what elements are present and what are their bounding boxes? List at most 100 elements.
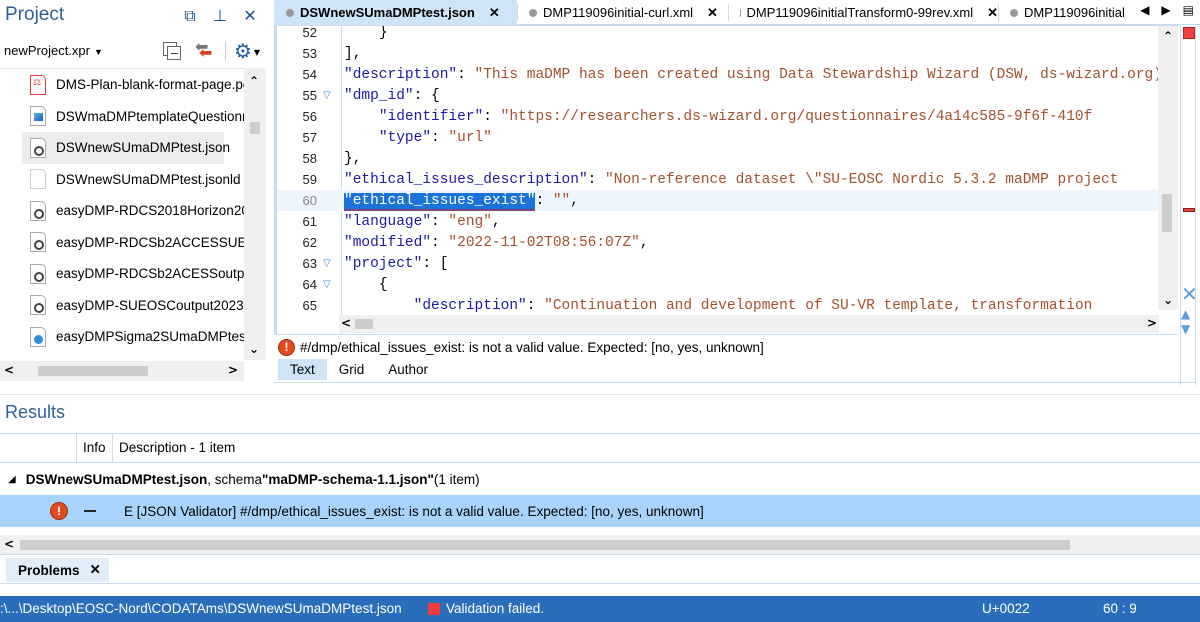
cursor-position: 60 : 9 (1103, 601, 1137, 616)
editor-tab[interactable]: DMP119096initialTransform0-99rev.xml ✕ (728, 0, 998, 25)
file-list-item[interactable]: DMS-Plan-blank-format-page.pdf (0, 69, 244, 101)
code-text: "project": [ (341, 256, 448, 272)
scroll-thumb[interactable] (250, 122, 260, 134)
info-dash (84, 510, 96, 512)
gear-icon[interactable]: ⚙ ▼ (234, 40, 260, 62)
code-line[interactable]: 54 "description": "This maDMP has been cr… (277, 64, 1163, 85)
scroll-thumb[interactable] (38, 366, 148, 376)
tab-next-icon[interactable]: ▶ (1161, 3, 1170, 17)
scroll-thumb[interactable] (20, 540, 1070, 550)
code-line[interactable]: 52 } (277, 26, 1163, 43)
error-icon: ! (50, 502, 68, 520)
close-icon[interactable]: ✕ (90, 562, 101, 578)
project-file-dropdown[interactable]: newProject.xpr ▼ (4, 43, 103, 58)
editor-tab[interactable]: DSWnewSUmaDMPtest.json ✕ (274, 0, 517, 25)
json-punctuation: , (570, 192, 579, 209)
file-list-item[interactable]: easyDMPSigma2SUmaDMPtest.html (0, 321, 244, 353)
json-key: "identifier" (378, 108, 484, 125)
json-punctuation: ], (344, 45, 362, 62)
code-line[interactable]: 63 ▽ "project": [ (277, 253, 1163, 274)
scroll-left-icon[interactable]: < (4, 537, 14, 551)
project-horizontal-scrollbar[interactable]: < > (0, 361, 244, 381)
scroll-up-icon[interactable]: ⌃ (1163, 29, 1173, 43)
code-text: "modified": "2022-11-02T08:56:07Z", (341, 235, 649, 251)
tab-list-icon[interactable]: ▤ (1183, 3, 1194, 17)
code-line[interactable]: 65 "description": "Continuation and deve… (277, 295, 1163, 316)
code-line[interactable]: 56 "identifier": "https://researchers.ds… (277, 106, 1163, 127)
close-icon[interactable]: ✕ (1181, 284, 1198, 304)
results-title: Results (5, 402, 66, 422)
code-line[interactable]: 64 ▽ { (277, 274, 1163, 295)
code-line[interactable]: 61 "language": "eng", (277, 211, 1163, 232)
scroll-right-icon[interactable]: > (228, 363, 238, 377)
code-line[interactable]: 62 "modified": "2022-11-02T08:56:07Z", (277, 232, 1163, 253)
validation-status[interactable]: Validation failed. (428, 601, 544, 616)
scroll-down-icon[interactable]: ⌄ (249, 342, 259, 356)
json-punctuation: : (457, 66, 475, 83)
code-line[interactable]: 60 "ethical_issues_exist": "", (277, 190, 1163, 211)
fold-toggle-icon[interactable]: ▽ (317, 258, 341, 269)
scroll-left-icon[interactable]: < (4, 363, 14, 377)
scroll-thumb[interactable] (355, 319, 373, 329)
file-name: DSWnewSUmaDMPtest.json (56, 140, 231, 156)
code-line[interactable]: 59 "ethical_issues_description": "Non-ref… (277, 169, 1163, 190)
error-marker[interactable] (1183, 208, 1195, 212)
column-header-description[interactable]: Description - 1 item (112, 434, 235, 462)
editor-vertical-scrollbar[interactable]: ⌃ ⌄ (1158, 26, 1178, 310)
file-name: easyDMP-RDCS2018Horizon2020 (56, 203, 244, 219)
close-tab-icon[interactable]: ✕ (489, 5, 500, 21)
code-line[interactable]: 57 "type": "url" (277, 127, 1163, 148)
result-description: E [JSON Validator] #/dmp/ethical_issues_… (124, 503, 704, 519)
file-list-item[interactable]: DSWmaDMPtemplateQuestionnaire (0, 101, 244, 133)
close-tab-icon[interactable]: ✕ (707, 5, 718, 21)
tab-problems[interactable]: Problems ✕ (6, 558, 109, 582)
scroll-down-icon[interactable]: ⌄ (1163, 293, 1173, 307)
file-list-item[interactable]: easyDMP-RDCSb2ACESSoutput.json (0, 258, 244, 290)
scroll-left-icon[interactable]: < (341, 316, 351, 330)
editor-horizontal-scrollbar[interactable]: < > (339, 315, 1159, 333)
file-list-item[interactable]: easyDMP-SUEOSCoutput202306 (0, 290, 244, 322)
code-editor[interactable]: 52 } 53], 54 "description": "This maDMP has… (274, 25, 1178, 335)
validation-status-indicator[interactable] (1183, 27, 1195, 39)
code-text: "dmp_id": { (341, 88, 440, 104)
scroll-thumb[interactable] (1162, 194, 1172, 232)
previous-error-icon[interactable]: ▲ (1181, 307, 1190, 321)
file-list-item[interactable]: easyDMP-RDCS2018Horizon2020 (0, 195, 244, 227)
code-text: "description": "Continuation and develop… (341, 298, 1093, 314)
fold-toggle-icon[interactable]: ▽ (317, 279, 341, 290)
fold-toggle-icon[interactable]: ▽ (317, 90, 341, 101)
expand-triangle-icon[interactable]: ◢ (8, 474, 16, 485)
link-with-editor-icon[interactable]: ⬅ ⬅ (193, 37, 217, 62)
tab-grid[interactable]: Grid (327, 359, 377, 380)
json-string: "This maDMP has been created using Data … (474, 66, 1162, 83)
scroll-right-icon[interactable]: > (1147, 316, 1157, 330)
line-number: 58 (302, 151, 317, 166)
column-header-info[interactable]: Info (76, 434, 106, 462)
code-text: "description": "This maDMP has been crea… (341, 67, 1162, 83)
scroll-up-icon[interactable]: ⌃ (249, 74, 259, 88)
close-tab-icon[interactable]: ✕ (987, 5, 998, 21)
editor-tab[interactable]: DMP119096initial (998, 0, 1158, 25)
json-key: "ethical_issues_description" (344, 171, 588, 188)
code-line[interactable]: 53], (277, 43, 1163, 64)
close-icon[interactable]: ✕ (242, 6, 258, 26)
pin-icon[interactable]: ⊥ (212, 6, 228, 26)
code-line[interactable]: 58}, (277, 148, 1163, 169)
results-group-row[interactable]: ◢ DSWnewSUmaDMPtest.json , schema "maDMP… (0, 463, 1200, 495)
results-row[interactable]: ! E [JSON Validator] #/dmp/ethical_issue… (0, 495, 1200, 527)
next-error-icon[interactable]: ▼ (1181, 322, 1190, 336)
tab-text[interactable]: Text (278, 359, 327, 380)
modified-dot-icon (529, 8, 537, 17)
file-list-item[interactable]: DSWnewSUmaDMPtest.jsonld (0, 164, 244, 196)
code-line[interactable]: 55 ▽ "dmp_id": { (277, 85, 1163, 106)
editor-tab[interactable]: DMP119096initial-curl.xml ✕ (517, 0, 728, 25)
collapse-all-icon[interactable] (161, 40, 185, 62)
editor-error-message[interactable]: ! #/dmp/ethical_issues_exist: is not a v… (278, 337, 764, 357)
project-vertical-scrollbar[interactable]: ⌃ ⌄ (244, 68, 266, 360)
file-list-item[interactable]: easyDMP-RDCSb2ACCESSUEOSC (0, 227, 244, 259)
code-text: { (341, 277, 388, 293)
file-list-item[interactable]: DSWnewSUmaDMPtest.json (22, 132, 230, 164)
results-horizontal-scrollbar[interactable]: < (0, 535, 1200, 555)
tab-author[interactable]: Author (376, 359, 440, 380)
restore-icon[interactable]: ⧉ (182, 6, 198, 26)
